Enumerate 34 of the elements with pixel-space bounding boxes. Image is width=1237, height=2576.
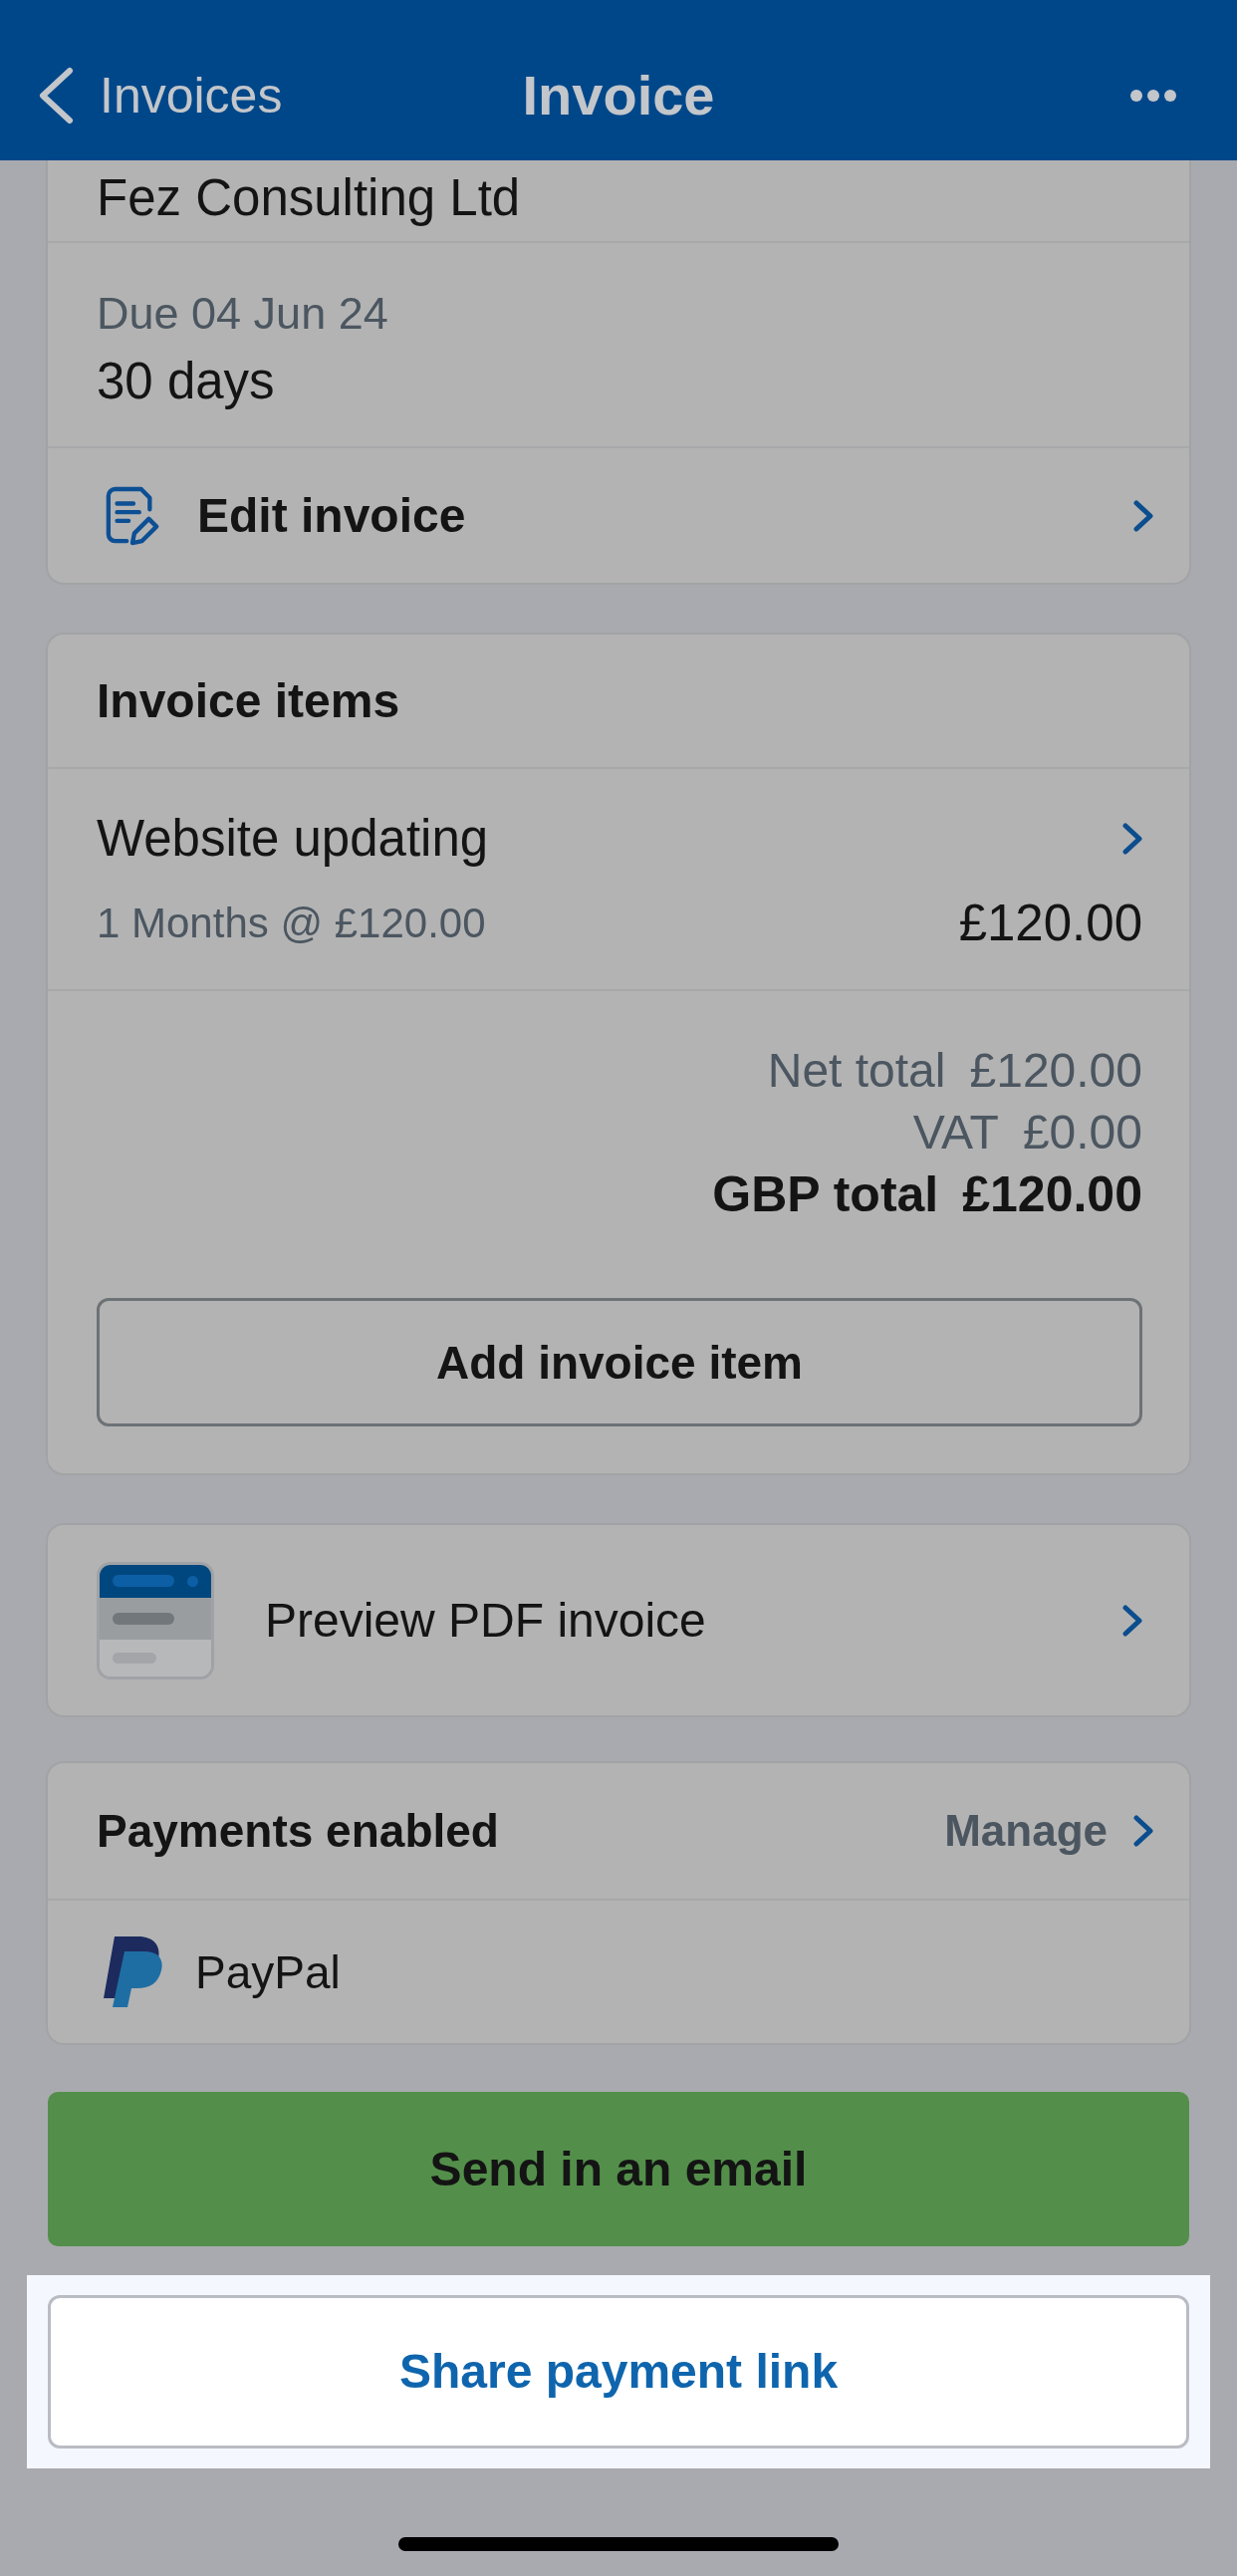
paypal-logo-icon [101,1936,163,2007]
due-date: Due 04 Jun 24 [97,287,388,341]
section-title: Invoice items [97,672,400,729]
document-preview-icon [97,1561,214,1679]
chevron-right-icon [1133,499,1153,532]
invoice-item-row[interactable]: Website updating 1 Months @ £120.00 £120.00 [48,769,1189,991]
payment-method-name: PayPal [195,1944,341,2000]
more-button[interactable] [1130,90,1176,102]
total-value: £120.00 [969,1043,1142,1099]
send-email-button[interactable]: Send in an email [48,2092,1189,2246]
more-icon [1130,90,1176,102]
manage-link[interactable]: Manage [944,1804,1153,1858]
payment-terms: 30 days [97,352,275,411]
edit-document-icon [105,484,159,547]
total-label: Net total [767,1043,946,1099]
page-title: Invoice [522,63,715,129]
chevron-right-icon [1122,822,1142,855]
preview-pdf-button[interactable]: Preview PDF invoice [46,1523,1191,1717]
total-label: VAT [912,1105,999,1160]
item-name: Website updating [97,809,489,869]
total-label: GBP total [712,1165,939,1224]
total-value: £120.00 [962,1165,1142,1224]
client-name: Fez Consulting Ltd [97,168,522,228]
total-value: £0.00 [1022,1105,1142,1160]
item-detail: 1 Months @ £120.00 [97,899,486,948]
edit-invoice-button[interactable]: Edit invoice [48,448,1189,583]
chevron-right-icon [1122,1604,1142,1637]
back-button[interactable]: Invoices [38,66,283,126]
section-title: Payments enabled [97,1804,499,1859]
chevron-left-icon [38,67,74,125]
item-amount: £120.00 [958,899,1142,948]
share-link-button[interactable]: Share payment link [48,2295,1189,2448]
add-item-button[interactable]: Add invoice item [97,1298,1142,1426]
chevron-right-icon [1133,1815,1153,1847]
